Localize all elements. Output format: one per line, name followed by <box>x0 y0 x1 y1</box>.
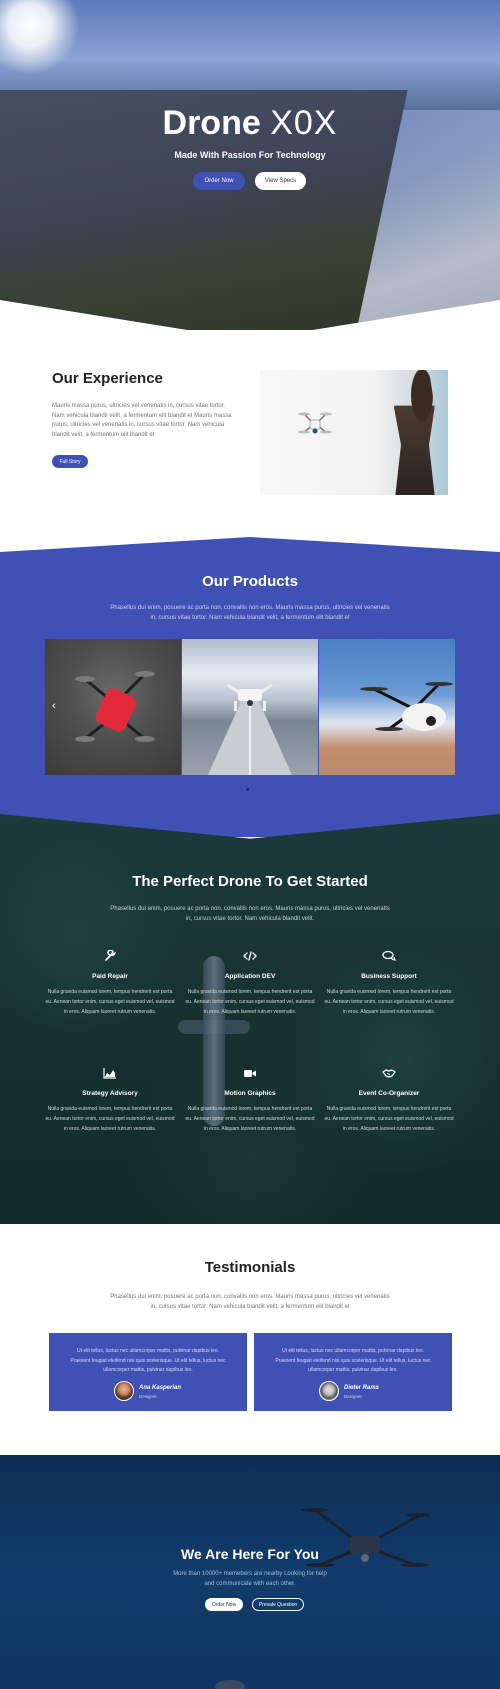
feature-title: Event Co-Organizer <box>358 1090 420 1097</box>
product-slide-flying-drone[interactable] <box>319 639 455 775</box>
feature-strategy-advisory: Strategy Advisory Nulla gravida euismod … <box>45 1066 175 1134</box>
contact-order-now-button[interactable]: Order Now <box>205 1598 243 1611</box>
features-title: The Perfect Drone To Get Started <box>132 873 368 890</box>
features-text: Phasellus dui enim, posuere ac porta non… <box>110 906 390 922</box>
testimonial-role: Designer <box>139 1394 158 1399</box>
presale-question-button[interactable]: Presale Question <box>252 1598 304 1611</box>
view-specs-button[interactable]: View Specs <box>255 172 306 190</box>
drone-icon <box>298 412 332 434</box>
feature-motion-graphics: Motion Graphics Nulla gravida euismod lo… <box>185 1066 315 1134</box>
feature-title: Paid Repair <box>92 973 128 980</box>
feature-desc: Nulla gravida euismod lorem, tempus hend… <box>45 989 175 1015</box>
scroll-hint <box>215 1680 245 1689</box>
products-title: Our Products <box>202 573 298 590</box>
drone-icon <box>301 1508 430 1567</box>
testimonial-name: Ana Kasperian <box>139 1385 182 1391</box>
contact-title: We Are Here For You <box>181 1546 319 1562</box>
feature-desc: Nulla gravida euismod lorem, tempus hend… <box>185 989 315 1015</box>
carousel-dot[interactable] <box>246 788 249 791</box>
feature-paid-repair: Paid Repair Nulla gravida euismod lorem,… <box>45 949 175 1017</box>
testimonial-name: Dieter Rams <box>344 1385 380 1391</box>
testimonial-card: Ut elit tellus, luctus nec ullamcorper m… <box>49 1333 247 1411</box>
testimonial-card: Ut elit tellus, luctus nec ullamcorper m… <box>254 1333 452 1411</box>
feature-application-dev: Application DEV Nulla gravida euismod lo… <box>185 949 315 1017</box>
contact-text: More than 10000+ memebers are nearby Loo… <box>173 1571 327 1587</box>
product-slide-road-drone[interactable] <box>182 639 318 775</box>
hero-title: Drone X0X <box>0 104 500 143</box>
avatar <box>114 1381 134 1401</box>
hero-title-light: X0X <box>270 104 338 142</box>
chat-icon <box>324 949 454 963</box>
avatar <box>319 1381 339 1401</box>
feature-business-support: Business Support Nulla gravida euismod l… <box>324 949 454 1017</box>
feature-event-co-organizer: Event Co-Organizer Nulla gravida euismod… <box>324 1066 454 1134</box>
testimonial-quote: Ut elit tellus, luctus nec ullamcorper m… <box>275 1348 431 1373</box>
testimonial-role: Designer <box>344 1394 363 1399</box>
testimonials-title: Testimonials <box>204 1259 296 1276</box>
handshake-icon <box>324 1066 454 1080</box>
hero-subtitle: Made With Passion For Technology <box>174 150 326 160</box>
area-chart-icon <box>45 1066 175 1080</box>
feature-desc: Nulla gravida euismod lorem, tempus hend… <box>45 1106 175 1132</box>
feature-desc: Nulla gravida euismod lorem, tempus hend… <box>324 1106 454 1132</box>
testimonial-quote: Ut elit tellus, luctus nec ullamcorper m… <box>70 1348 226 1373</box>
video-camera-icon <box>185 1066 315 1080</box>
experience-title: Our Experience <box>52 370 163 387</box>
chevron-left-icon[interactable]: ‹ <box>52 700 56 712</box>
products-text: Phasellus dui enim, posuere ac porta non… <box>110 605 390 621</box>
product-slide-red-drone[interactable] <box>45 639 181 775</box>
feature-desc: Nulla gravida euismod lorem, tempus hend… <box>185 1106 315 1132</box>
feature-title: Strategy Advisory <box>82 1090 138 1097</box>
experience-image <box>260 370 448 495</box>
wrench-icon <box>45 949 175 963</box>
experience-text: Mauris massa purus, ultricies vel venena… <box>52 403 232 438</box>
feature-title: Application DEV <box>224 973 276 980</box>
carousel-dots[interactable] <box>246 778 256 791</box>
testimonials-text: Phasellus dui enim, posuere ac porta non… <box>110 1294 390 1310</box>
feature-title: Business Support <box>361 973 417 980</box>
code-icon <box>185 949 315 963</box>
hero-background-image <box>0 0 500 330</box>
feature-desc: Nulla gravida euismod lorem, tempus hend… <box>324 989 454 1015</box>
full-story-button[interactable]: Full Story <box>52 455 88 468</box>
feature-title: Motion Graphics <box>224 1090 276 1097</box>
order-now-button[interactable]: Order Now <box>193 172 245 190</box>
hero-title-bold: Drone <box>162 104 261 142</box>
woman-figure <box>394 370 435 495</box>
